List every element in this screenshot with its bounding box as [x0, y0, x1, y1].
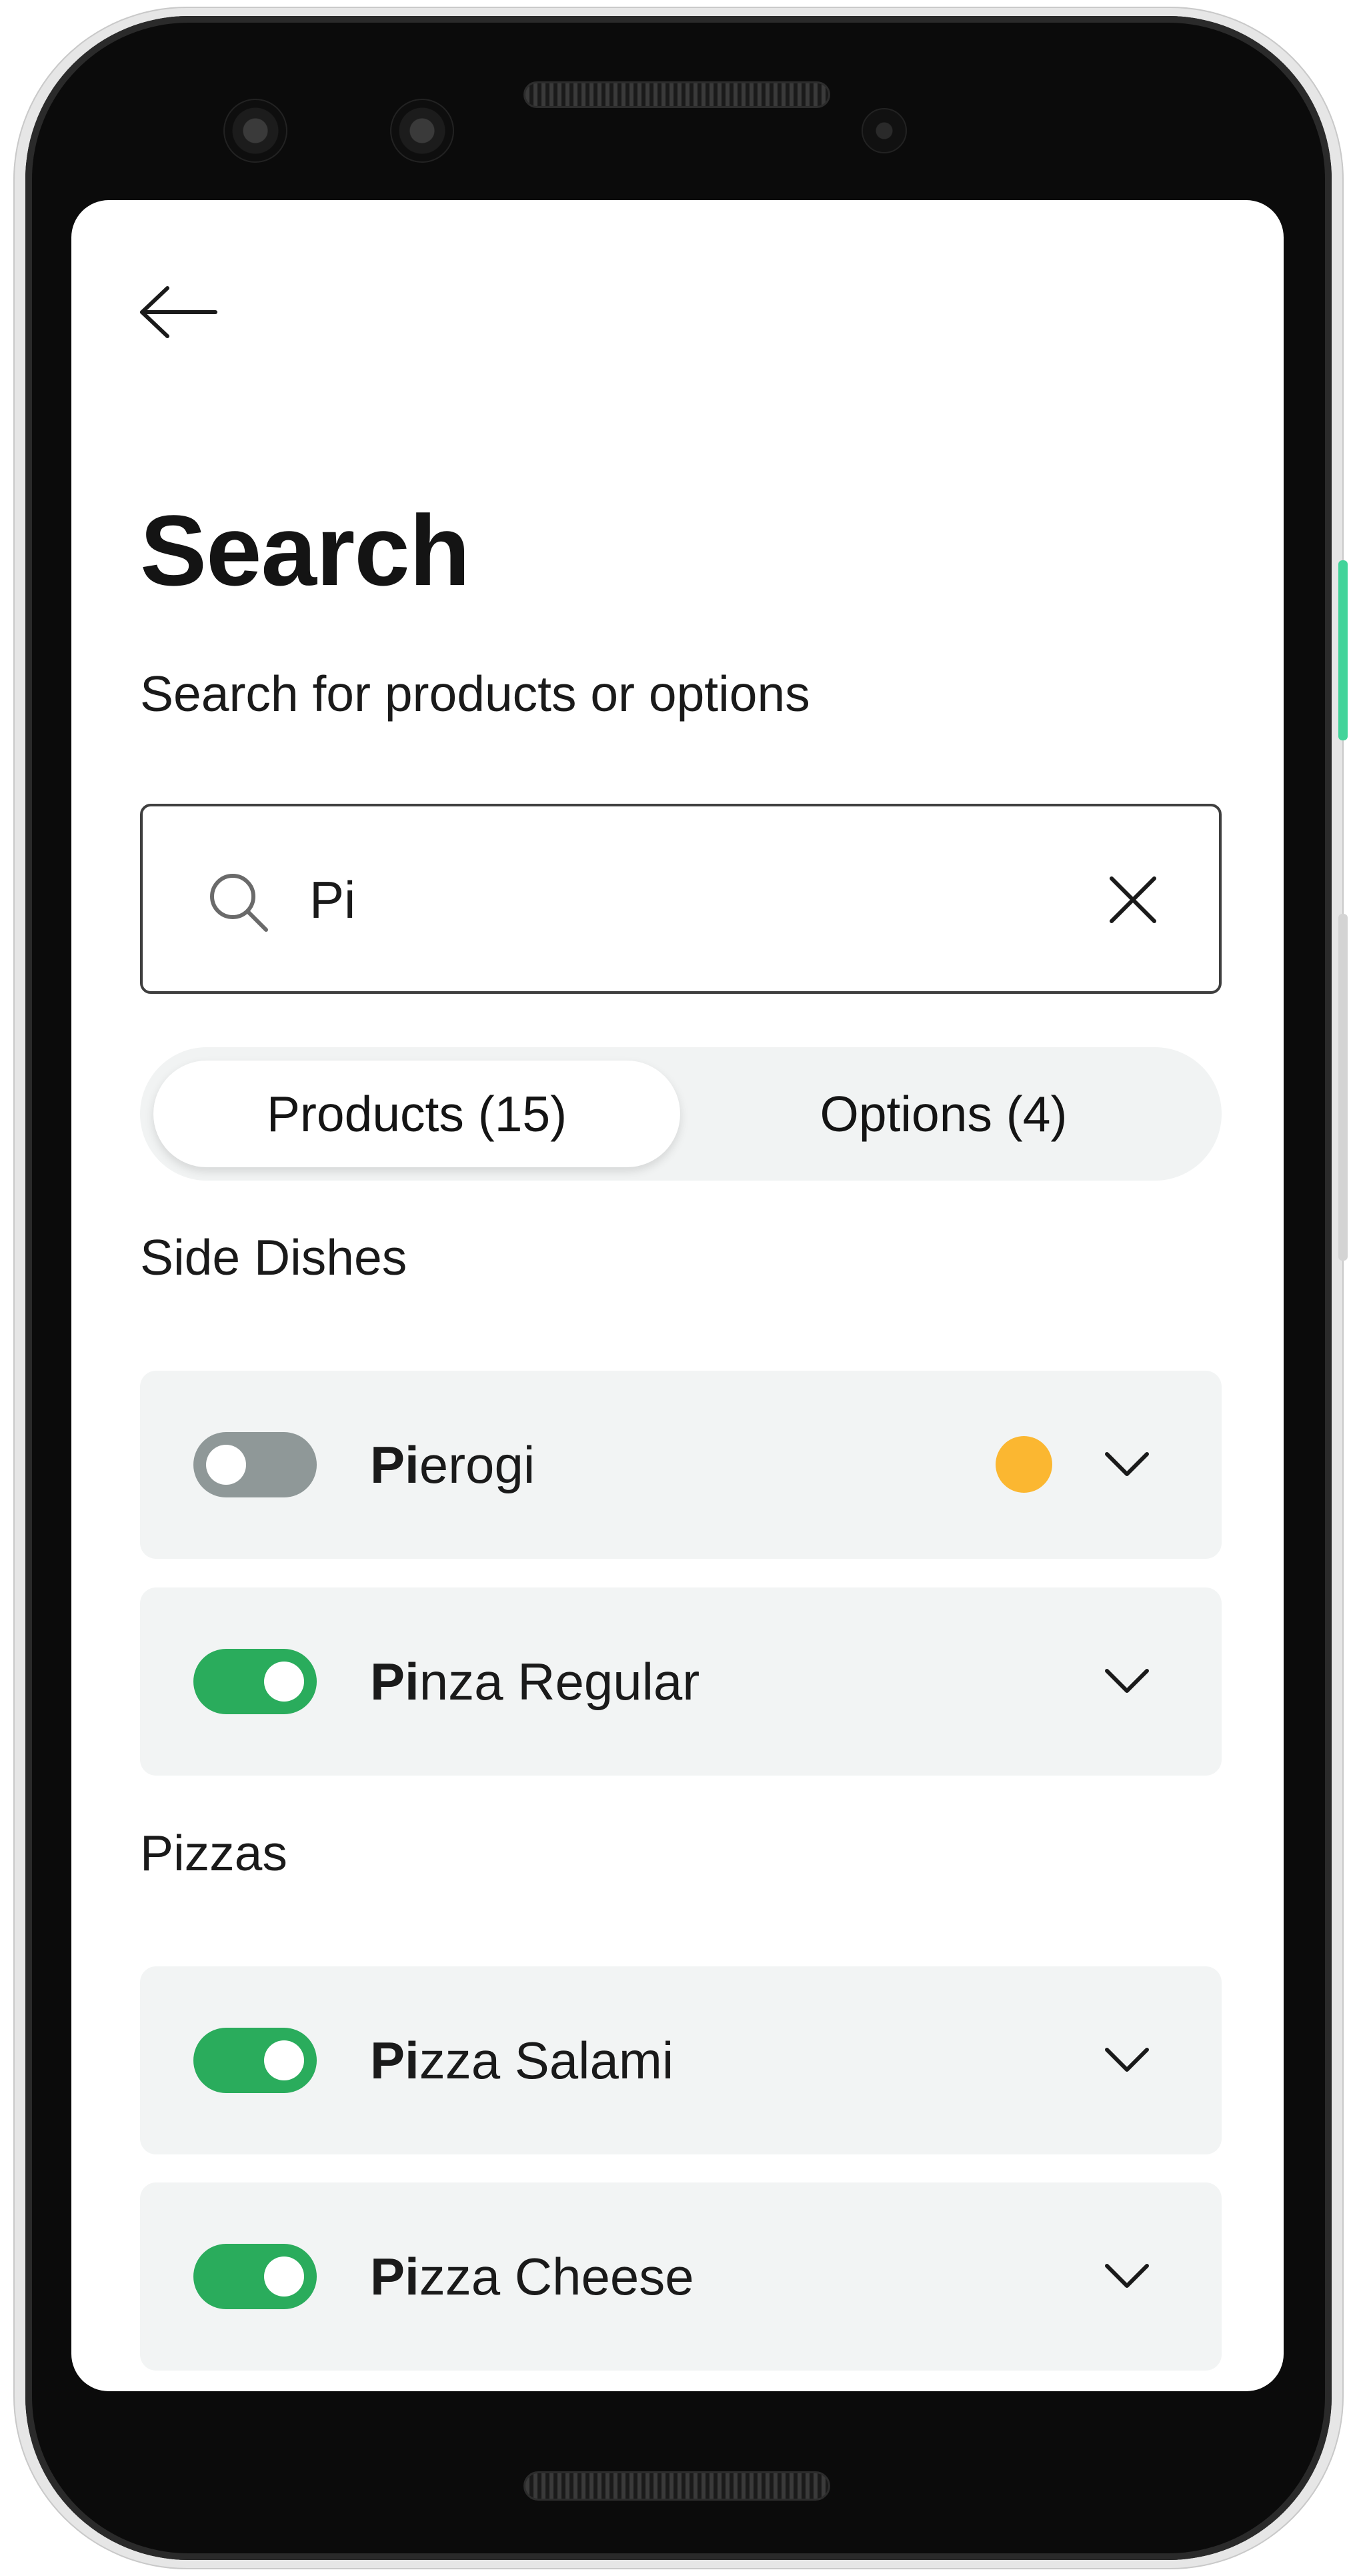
segmented-tabs: Products (15) Options (4) — [140, 1047, 1222, 1181]
chevron-down-icon[interactable] — [1100, 1437, 1154, 1491]
back-button[interactable] — [138, 279, 225, 346]
search-input[interactable] — [309, 853, 1043, 946]
product-name-rest: nza Regular — [419, 1652, 700, 1711]
toggle-knob — [206, 1445, 246, 1485]
chevron-down-icon[interactable] — [1100, 2249, 1154, 2303]
page-title: Search — [140, 494, 470, 606]
availability-toggle[interactable] — [193, 1432, 317, 1497]
product-name: Pinza Regular — [370, 1645, 700, 1718]
availability-toggle[interactable] — [193, 2244, 317, 2309]
availability-toggle[interactable] — [193, 1649, 317, 1714]
power-button — [1338, 560, 1348, 740]
product-row[interactable]: Pizza Salami — [140, 1966, 1222, 2154]
product-name: Pierogi — [370, 1428, 535, 1501]
tab-products[interactable]: Products (15) — [153, 1061, 680, 1167]
chevron-down-icon[interactable] — [1100, 2033, 1154, 2086]
product-name-match: Pi — [370, 2031, 419, 2090]
product-name-match: Pi — [370, 1435, 419, 1494]
close-icon[interactable] — [1100, 866, 1166, 933]
toggle-knob — [264, 2257, 304, 2297]
product-row[interactable]: Pinza Regular — [140, 1587, 1222, 1776]
product-name-match: Pi — [370, 2247, 419, 2306]
product-name-match: Pi — [370, 1652, 419, 1711]
product-name: Pizza Cheese — [370, 2240, 694, 2313]
product-row[interactable]: Pizza Cheese — [140, 2182, 1222, 2371]
product-name-rest: zza Salami — [419, 2031, 674, 2090]
search-icon — [210, 874, 268, 932]
section-header-side-dishes: Side Dishes — [140, 1229, 407, 1285]
earpiece-speaker — [523, 81, 830, 108]
chevron-down-icon[interactable] — [1100, 1654, 1154, 1708]
section-header-pizzas: Pizzas — [140, 1825, 287, 1881]
app-screen: Search Search for products or options Pr… — [71, 200, 1284, 2391]
bottom-speaker — [523, 2471, 830, 2501]
arrow-left-icon — [140, 286, 217, 338]
warning-dot-icon — [996, 1436, 1052, 1493]
volume-button — [1338, 914, 1348, 1261]
product-name-rest: erogi — [419, 1435, 535, 1494]
camera-icon — [223, 99, 287, 163]
page-subtitle: Search for products or options — [140, 666, 810, 722]
product-name-rest: zza Cheese — [419, 2247, 694, 2306]
camera-icon — [390, 99, 454, 163]
tab-options[interactable]: Options (4) — [680, 1061, 1207, 1167]
camera-icon — [862, 108, 907, 153]
availability-toggle[interactable] — [193, 2028, 317, 2093]
toggle-knob — [264, 1662, 304, 1702]
product-row[interactable]: Pierogi — [140, 1371, 1222, 1559]
toggle-knob — [264, 2040, 304, 2080]
search-box[interactable] — [140, 804, 1222, 994]
product-name: Pizza Salami — [370, 2024, 673, 2097]
